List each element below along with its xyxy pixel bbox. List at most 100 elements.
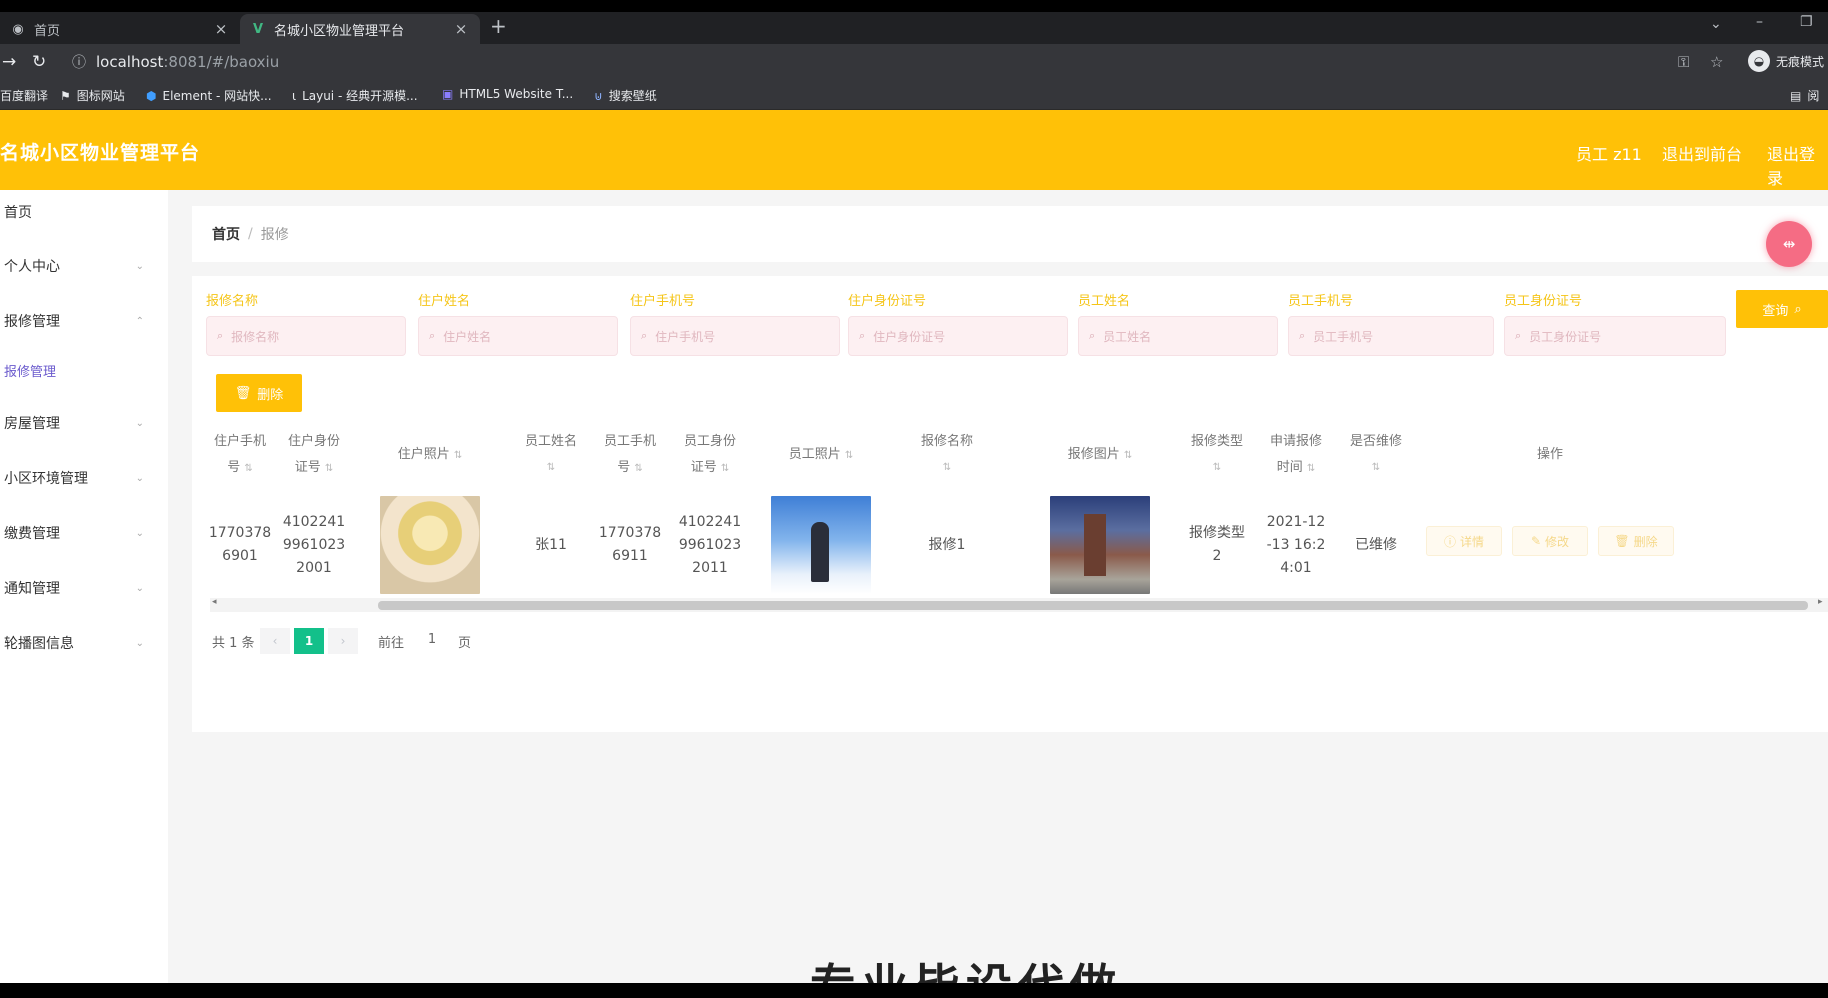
minimize-icon[interactable]: – — [1756, 14, 1763, 30]
staff-name-input[interactable]: ⌕ 员工姓名 — [1078, 316, 1278, 356]
column-header-staff-name[interactable]: 员工姓名 ⇅ — [516, 420, 586, 490]
header-text: 是否维修 — [1349, 434, 1402, 449]
column-header-staff-photo[interactable]: 员工照片 ⇅ — [756, 420, 886, 490]
staff-phone-input[interactable]: ⌕ 员工手机号 — [1288, 316, 1494, 356]
layui-icon: ι — [292, 88, 297, 103]
reading-list[interactable]: ▤ 阅 — [1790, 87, 1819, 104]
app-header: 名城小区物业管理平台 员工 z11 退出到前台 退出登录 — [0, 110, 1828, 190]
sort-icon[interactable]: ⇅ — [244, 463, 252, 474]
sort-icon[interactable]: ⇅ — [845, 450, 853, 461]
page-jump-input[interactable]: 1 — [420, 632, 444, 647]
delete-row-button[interactable]: 🗑 删除 — [1598, 526, 1674, 556]
page-number-current[interactable]: 1 — [294, 628, 324, 654]
sidebar-item-environment-management[interactable]: 小区环境管理 ⌄ — [0, 458, 168, 498]
sort-icon[interactable]: ⇅ — [943, 455, 951, 481]
wallpaper-icon: ⊍ — [594, 88, 603, 103]
address-bar[interactable]: ⓘ localhost:8081/#/baoxiu — [62, 48, 1712, 76]
sidebar-item-label: 小区环境管理 — [4, 471, 88, 487]
repair-name-input[interactable]: ⌕ 报修名称 — [206, 316, 406, 356]
cell-repair-image — [1030, 490, 1170, 600]
info-icon[interactable]: ⓘ — [72, 52, 86, 72]
cell-text: 报修1 — [928, 536, 966, 553]
forward-arrow-icon[interactable]: → — [2, 52, 16, 72]
sort-icon[interactable]: ⇅ — [634, 463, 642, 474]
sidebar-item-fee-management[interactable]: 缴费管理 ⌄ — [0, 513, 168, 553]
sidebar-item-personal-center[interactable]: 个人中心 ⌄ — [0, 246, 168, 286]
table-horizontal-scrollbar[interactable]: ◂ ▸ — [210, 597, 1828, 612]
key-icon[interactable]: ⚿ — [1678, 53, 1689, 71]
batch-delete-button[interactable]: 🗑 删除 — [216, 374, 302, 412]
bookmark-item[interactable]: ▣ HTML5 Website T... — [442, 87, 573, 101]
cell-text: 报修类型 — [1189, 525, 1245, 541]
cell-text: 张11 — [535, 536, 567, 553]
sort-icon[interactable]: ⇅ — [1124, 450, 1132, 461]
column-header-repair-image[interactable]: 报修图片 ⇅ — [1030, 420, 1170, 490]
prev-page-button[interactable]: ‹ — [260, 628, 290, 654]
collapse-toggle-icon[interactable]: ⇹ — [1766, 221, 1812, 267]
column-header-staff-id[interactable]: 员工身份 证号 ⇅ — [674, 420, 746, 490]
sort-icon[interactable]: ⇅ — [1213, 455, 1221, 481]
reload-icon[interactable]: ↻ — [32, 52, 46, 72]
staff-photo-image[interactable] — [771, 496, 871, 594]
column-header-apply-time[interactable]: 申请报修 时间 ⇅ — [1260, 420, 1332, 490]
cell-is-repaired: 已维修 — [1336, 490, 1416, 600]
sort-icon[interactable]: ⇅ — [1372, 455, 1380, 481]
browser-tab-home[interactable]: ◉ 首页 × — [0, 14, 240, 44]
column-header-is-repaired[interactable]: 是否维修 ⇅ — [1336, 420, 1416, 490]
column-header-resident-phone[interactable]: 住户手机号 ⇅ — [210, 420, 270, 490]
column-header-resident-id[interactable]: 住户身份 证号 ⇅ — [278, 420, 350, 490]
bookmark-item[interactable]: ι Layui - 经典开源模... — [292, 87, 418, 104]
sidebar-item-home[interactable]: 首页 — [0, 192, 168, 232]
sidebar-item-house-management[interactable]: 房屋管理 ⌄ — [0, 403, 168, 443]
button-label: 查询 — [1762, 303, 1789, 319]
chevron-down-icon[interactable]: ⌄ — [1710, 16, 1722, 32]
breadcrumb-home[interactable]: 首页 — [212, 224, 240, 244]
bookmark-item[interactable]: ⬢ Element - 网站快... — [146, 87, 272, 104]
sort-icon[interactable]: ⇅ — [454, 450, 462, 461]
restore-icon[interactable]: ❐ — [1800, 14, 1813, 30]
edit-button[interactable]: ✎ 修改 — [1512, 526, 1588, 556]
column-header-resident-photo[interactable]: 住户照片 ⇅ — [370, 420, 490, 490]
staff-id-input[interactable]: ⌕ 员工身份证号 — [1504, 316, 1726, 356]
back-to-frontend-link[interactable]: 退出到前台 — [1662, 141, 1742, 165]
sidebar-item-repair-management[interactable]: 报修管理 ⌃ — [0, 301, 168, 341]
scroll-left-icon[interactable]: ◂ — [212, 597, 217, 607]
pagination-goto-label: 前往 — [378, 636, 405, 651]
bookmark-item[interactable]: ⚑ 图标网站 — [60, 87, 125, 104]
url-path: :8081/#/baoxiu — [163, 53, 280, 71]
column-header-repair-name[interactable]: 报修名称 ⇅ — [892, 420, 1002, 490]
star-icon[interactable]: ☆ — [1710, 53, 1723, 71]
column-header-repair-type[interactable]: 报修类型 ⇅ — [1178, 420, 1256, 490]
incognito-indicator[interactable]: ◒ 无痕模式 — [1748, 50, 1824, 72]
scroll-right-icon[interactable]: ▸ — [1818, 597, 1823, 607]
close-icon[interactable]: × — [212, 20, 230, 38]
sidebar-item-carousel-info[interactable]: 轮播图信息 ⌄ — [0, 623, 168, 663]
chevron-left-icon: ‹ — [272, 634, 278, 648]
header-text: 住户手机 — [213, 433, 266, 449]
column-header-staff-phone[interactable]: 员工手机号 ⇅ — [594, 420, 666, 490]
sort-icon[interactable]: ⇅ — [547, 455, 555, 481]
sidebar-subitem-repair-management[interactable]: 报修管理 — [0, 350, 168, 390]
next-page-button[interactable]: › — [328, 628, 358, 654]
browser-tab-app[interactable]: V 名城小区物业管理平台 × — [240, 14, 480, 44]
scrollbar-thumb[interactable] — [378, 601, 1808, 610]
detail-button[interactable]: ⓘ 详情 — [1426, 526, 1502, 556]
sidebar-item-notice-management[interactable]: 通知管理 ⌄ — [0, 568, 168, 608]
resident-phone-input[interactable]: ⌕ 住户手机号 — [630, 316, 840, 356]
new-tab-plus-icon[interactable]: + — [490, 14, 507, 38]
filter-label: 员工姓名 — [1078, 294, 1131, 309]
resident-name-input[interactable]: ⌕ 住户姓名 — [418, 316, 618, 356]
bookmark-item[interactable]: 百度翻译 — [0, 87, 48, 104]
bookmark-item[interactable]: ⊍ 搜索壁纸 — [594, 87, 657, 104]
repair-image[interactable] — [1050, 496, 1150, 594]
sort-icon[interactable]: ⇅ — [325, 463, 333, 474]
resident-id-input[interactable]: ⌕ 住户身份证号 — [848, 316, 1068, 356]
resident-photo-image[interactable] — [380, 496, 480, 594]
sort-icon[interactable]: ⇅ — [1307, 463, 1315, 474]
search-button[interactable]: 查询 ⌕ — [1736, 290, 1828, 328]
logout-link[interactable]: 退出登录 — [1767, 141, 1828, 189]
sort-icon[interactable]: ⇅ — [721, 463, 729, 474]
pagination-unit-label: 页 — [458, 636, 472, 651]
bookmark-label: Layui - 经典开源模... — [302, 89, 418, 103]
close-icon[interactable]: × — [452, 20, 470, 38]
